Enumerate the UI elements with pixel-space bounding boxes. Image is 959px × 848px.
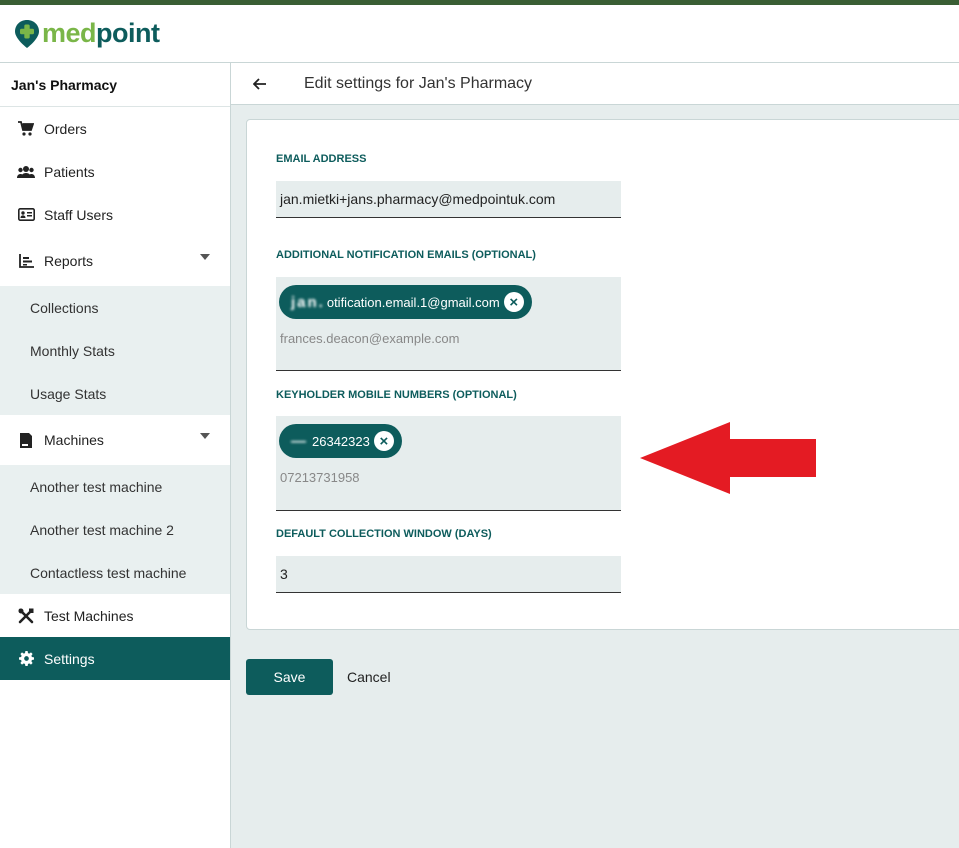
chevron-down-icon <box>200 254 210 260</box>
notification-email-input[interactable]: frances.deacon@example.com <box>276 319 621 346</box>
sidebar-item-label: Machines <box>44 432 104 448</box>
sidebar-item-usage-stats[interactable]: Usage Stats <box>0 372 230 415</box>
email-field[interactable]: jan.mietki+jans.pharmacy@medpointuk.com <box>276 181 621 218</box>
main-content: Edit settings for Jan's Pharmacy EMAIL A… <box>231 63 959 848</box>
arrow-left-icon <box>253 77 266 90</box>
notification-emails-label: ADDITIONAL NOTIFICATION EMAILS (OPTIONAL… <box>276 249 536 261</box>
sidebar-item-label: Test Machines <box>44 607 134 624</box>
email-label: EMAIL ADDRESS <box>276 153 367 165</box>
sidebar-item-machines[interactable]: Machines <box>0 415 230 465</box>
sidebar-item-label: Orders <box>44 120 87 137</box>
page-title: Edit settings for Jan's Pharmacy <box>304 74 533 92</box>
notification-email-chip: jan. otification.email.1@gmail.com × <box>279 285 532 319</box>
notification-emails-field[interactable]: jan. otification.email.1@gmail.com × fra… <box>276 277 621 371</box>
collection-window-label: DEFAULT COLLECTION WINDOW (DAYS) <box>276 528 492 540</box>
sidebar-item-staff-users[interactable]: Staff Users <box>0 193 230 236</box>
sidebar-item-orders[interactable]: Orders <box>0 107 230 150</box>
sidebar-item-another-test-machine[interactable]: Another test machine <box>0 465 230 508</box>
collection-window-value: 3 <box>280 566 288 582</box>
sidebar-item-reports[interactable]: Reports <box>0 236 230 286</box>
medpoint-logo[interactable]: medpoint <box>14 18 160 49</box>
sidebar-item-label: Patients <box>44 163 95 180</box>
sidebar-item-another-test-machine-2[interactable]: Another test machine 2 <box>0 508 230 551</box>
email-value: jan.mietki+jans.pharmacy@medpointuk.com <box>280 191 556 207</box>
sidebar-item-monthly-stats[interactable]: Monthly Stats <box>0 329 230 372</box>
sidebar-item-patients[interactable]: Patients <box>0 150 230 193</box>
sidebar-item-label: Reports <box>44 253 94 269</box>
chip-remove-icon[interactable]: × <box>373 431 394 451</box>
redacted-text: — <box>291 432 308 450</box>
keyholder-numbers-field[interactable]: — 26342323 × 07213731958 <box>276 416 621 511</box>
save-button[interactable]: Save <box>246 659 333 695</box>
keyholder-numbers-label: KEYHOLDER MOBILE NUMBERS (OPTIONAL) <box>276 389 517 401</box>
machine-icon <box>17 431 35 449</box>
sidebar-item-contactless-test-machine[interactable]: Contactless test machine <box>0 551 230 594</box>
chip-label: 26342323 <box>312 433 370 449</box>
bar-chart-icon <box>17 252 35 270</box>
settings-card: EMAIL ADDRESS jan.mietki+jans.pharmacy@m… <box>246 119 959 630</box>
app-header: medpoint <box>0 5 959 63</box>
chip-label: otification.email.1@gmail.com <box>326 294 500 310</box>
page-titlebar: Edit settings for Jan's Pharmacy <box>231 63 959 105</box>
collection-window-field[interactable]: 3 <box>276 556 621 593</box>
tools-icon <box>17 607 35 625</box>
users-icon <box>17 163 35 181</box>
keyholder-number-chip: — 26342323 × <box>279 424 402 458</box>
map-pin-cross-icon <box>15 19 39 48</box>
cancel-button[interactable]: Cancel <box>347 659 391 695</box>
sidebar: Jan's Pharmacy Orders Patients Staff Use… <box>0 63 231 848</box>
sidebar-item-collections[interactable]: Collections <box>0 286 230 329</box>
gear-icon <box>17 650 35 668</box>
keyholder-number-input[interactable]: 07213731958 <box>276 458 621 485</box>
back-button[interactable] <box>231 63 289 105</box>
redacted-text: jan. <box>291 293 325 311</box>
logo-text: medpoint <box>42 18 160 48</box>
sidebar-item-label: Staff Users <box>44 206 113 223</box>
cart-icon <box>17 120 35 138</box>
sidebar-item-settings[interactable]: Settings <box>0 637 230 680</box>
chevron-down-icon <box>200 433 210 439</box>
sidebar-item-label: Settings <box>44 650 95 667</box>
chip-remove-icon[interactable]: × <box>503 292 524 312</box>
sidebar-item-test-machines[interactable]: Test Machines <box>0 594 230 637</box>
pharmacy-name: Jan's Pharmacy <box>0 63 230 107</box>
id-card-icon <box>17 206 35 224</box>
red-arrow-annotation <box>640 422 816 494</box>
